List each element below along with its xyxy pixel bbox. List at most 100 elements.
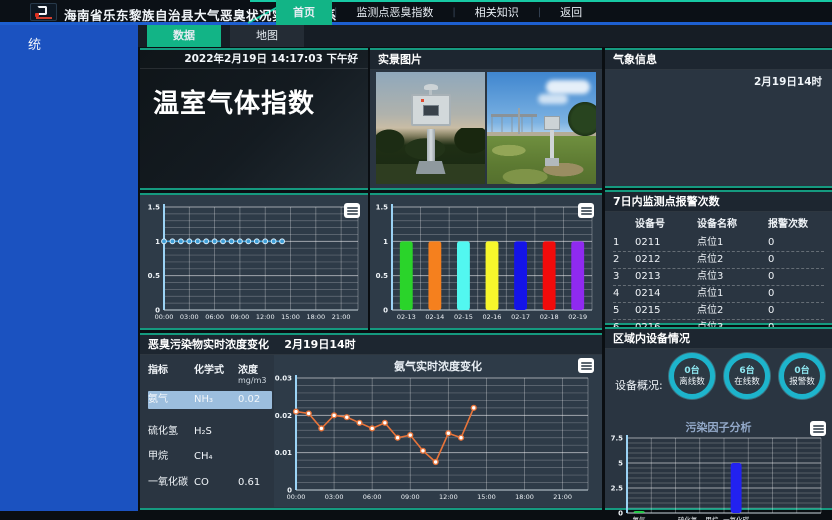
svg-text:1: 1 bbox=[155, 238, 160, 246]
chart-menu-icon[interactable] bbox=[810, 421, 826, 436]
scene-photos-panel: 实景图片 bbox=[370, 48, 602, 190]
logo-subtext bbox=[36, 17, 52, 19]
svg-text:0.02: 0.02 bbox=[275, 412, 292, 420]
svg-text:18:00: 18:00 bbox=[306, 313, 325, 321]
app-title-wrapped: 统 bbox=[0, 25, 138, 53]
device-overview: 设备概况: 0台离线数6台在线数0台报警数 bbox=[605, 349, 832, 419]
nav-separator: | bbox=[450, 7, 457, 18]
nav-item-2[interactable]: 相关知识 bbox=[458, 0, 536, 25]
svg-text:15:00: 15:00 bbox=[477, 493, 496, 501]
pollution-factor-bar-chart: 0 2.5 5 7.5 氨气 硫化氢 甲烷一氧化碳 bbox=[605, 433, 827, 520]
chart-menu-icon[interactable] bbox=[344, 203, 360, 218]
sidebar: 统 bbox=[0, 25, 138, 511]
svg-text:氨气: 氨气 bbox=[633, 515, 647, 520]
alarm-table-row: 40214点位10 bbox=[613, 286, 824, 303]
odor-unit-row: mg/m3 bbox=[148, 376, 272, 385]
svg-text:1.5: 1.5 bbox=[376, 204, 389, 212]
daily-index-bar-chart: 00.511.502-1302-1402-1502-1602-1702-1802… bbox=[370, 195, 598, 326]
svg-text:18:00: 18:00 bbox=[515, 493, 534, 501]
svg-text:0.03: 0.03 bbox=[275, 375, 292, 383]
svg-text:06:00: 06:00 bbox=[205, 313, 224, 321]
alarm-table-row: 20212点位20 bbox=[613, 252, 824, 269]
device-stat-circle-0: 0台离线数 bbox=[669, 353, 715, 399]
svg-text:0: 0 bbox=[383, 307, 388, 315]
chart-menu-icon[interactable] bbox=[578, 203, 594, 218]
svg-text:15:00: 15:00 bbox=[281, 313, 300, 321]
odor-row-0[interactable]: 氨气NH₃0.02 bbox=[148, 391, 272, 409]
device-stat-circle-2: 0台报警数 bbox=[779, 353, 825, 399]
chart-menu-icon[interactable] bbox=[578, 358, 594, 373]
svg-text:21:00: 21:00 bbox=[332, 313, 351, 321]
greenhouse-index-panel: 2022年2月19日 14:17:03 下午好 温室气体指数 bbox=[140, 48, 368, 190]
svg-text:0.01: 0.01 bbox=[275, 449, 292, 457]
odor-panel-header: 恶臭污染物实时浓度变化 2月19日14时 bbox=[140, 335, 602, 355]
odor-row-2[interactable]: 甲烷CH₄ bbox=[148, 448, 272, 466]
odor-panel-time: 2月19日14时 bbox=[284, 338, 355, 351]
svg-text:03:00: 03:00 bbox=[180, 313, 199, 321]
greenhouse-index-title: 温室气体指数 bbox=[153, 83, 368, 120]
alarm-table-row: 30213点位30 bbox=[613, 269, 824, 286]
svg-text:09:00: 09:00 bbox=[231, 313, 250, 321]
pollution-factor-area: 污染因子分析 02.557.5氨气硫化氢甲烷一氧化碳 bbox=[605, 419, 832, 520]
nav-separator: | bbox=[536, 7, 543, 18]
svg-text:03:00: 03:00 bbox=[325, 493, 344, 501]
tabbar: 数据地图 bbox=[138, 25, 832, 47]
svg-text:7.5: 7.5 bbox=[611, 435, 624, 443]
svg-text:00:00: 00:00 bbox=[155, 313, 174, 321]
scene-photos-header: 实景图片 bbox=[370, 50, 602, 70]
nav-item-1[interactable]: 监测点恶臭指数 bbox=[339, 0, 450, 25]
svg-text:02-18: 02-18 bbox=[540, 313, 559, 321]
svg-text:12:00: 12:00 bbox=[256, 313, 275, 321]
nh3-realtime-line-chart: 00.010.020.0300:0003:0006:0009:0012:0015… bbox=[274, 372, 600, 506]
odor-panel-title: 恶臭污染物实时浓度变化 bbox=[148, 338, 269, 351]
greenhouse-line-chart-panel: 00.511.500:0003:0006:0009:0012:0015:0018… bbox=[140, 193, 368, 330]
svg-text:02-19: 02-19 bbox=[568, 313, 587, 321]
svg-text:0: 0 bbox=[618, 510, 623, 518]
nav-item-0[interactable]: 首页 bbox=[276, 0, 332, 25]
svg-text:09:00: 09:00 bbox=[401, 493, 420, 501]
device-stat-circle-1: 6台在线数 bbox=[724, 353, 770, 399]
svg-text:21:00: 21:00 bbox=[553, 493, 572, 501]
weather-info-header: 气象信息 bbox=[605, 50, 832, 70]
monitoring-station-dusk-photo bbox=[376, 72, 485, 184]
svg-text:1.5: 1.5 bbox=[148, 204, 161, 212]
svg-text:02-15: 02-15 bbox=[454, 313, 473, 321]
nav-item-3[interactable]: 返回 bbox=[543, 0, 599, 25]
svg-text:一氧化碳: 一氧化碳 bbox=[723, 515, 750, 520]
datetime-text: 2022年2月19日 14:17:03 下午好 bbox=[140, 50, 368, 69]
alarm-count-header: 7日内监测点报警次数 bbox=[605, 192, 832, 212]
weather-time: 2月19日14时 bbox=[605, 70, 832, 89]
tab-1[interactable]: 地图 bbox=[230, 25, 304, 47]
alarm-table-row: 50215点位20 bbox=[613, 303, 824, 320]
concentration-unit: mg/m3 bbox=[238, 376, 274, 385]
tab-0[interactable]: 数据 bbox=[147, 25, 221, 47]
app-logo[interactable] bbox=[30, 3, 57, 21]
device-overview-label: 设备概况: bbox=[615, 377, 663, 393]
nav: 首页|监测点恶臭指数|相关知识|返回 bbox=[276, 0, 599, 25]
odor-row-1[interactable]: 硫化氢H₂S bbox=[148, 423, 272, 441]
svg-text:2.5: 2.5 bbox=[611, 485, 624, 493]
alarm-table-header: 设备号设备名称报警次数 bbox=[613, 217, 824, 235]
svg-text:甲烷: 甲烷 bbox=[705, 515, 719, 520]
svg-text:12:00: 12:00 bbox=[439, 493, 458, 501]
svg-text:0.5: 0.5 bbox=[376, 272, 389, 280]
svg-text:5: 5 bbox=[618, 460, 623, 468]
alarm-table-row: 10211点位10 bbox=[613, 235, 824, 252]
svg-text:06:00: 06:00 bbox=[363, 493, 382, 501]
svg-text:02-16: 02-16 bbox=[483, 313, 502, 321]
odor-row-3[interactable]: 一氧化碳CO0.61 bbox=[148, 474, 272, 492]
svg-text:1: 1 bbox=[383, 238, 388, 246]
greenhouse-index-chart: 00.511.500:0003:0006:0009:0012:0015:0018… bbox=[140, 195, 364, 326]
svg-text:硫化氢: 硫化氢 bbox=[678, 515, 698, 520]
nh3-chart-area: 氨气实时浓度变化 00.010.020.0300:0003:0006:0009:… bbox=[274, 355, 602, 507]
svg-text:00:00: 00:00 bbox=[287, 493, 306, 501]
svg-text:02-14: 02-14 bbox=[425, 313, 444, 321]
odor-concentration-panel: 恶臭污染物实时浓度变化 2月19日14时 指标 化学式 浓度 mg/m3 氨气N… bbox=[140, 333, 602, 510]
alarm-count-panel: 7日内监测点报警次数 设备号设备名称报警次数10211点位1020212点位20… bbox=[605, 190, 832, 325]
daily-bar-chart-panel: 00.511.502-1302-1402-1502-1602-1702-1802… bbox=[370, 193, 602, 330]
svg-text:02-13: 02-13 bbox=[397, 313, 416, 321]
odor-table-columns: 指标 化学式 浓度 bbox=[148, 361, 272, 376]
device-status-panel: 区域内设备情况 设备概况: 0台离线数6台在线数0台报警数 污染因子分析 02.… bbox=[605, 327, 832, 510]
odor-table: 指标 化学式 浓度 mg/m3 氨气NH₃0.02 硫化氢H₂S 甲烷CH₄ 一氧化碳… bbox=[140, 355, 274, 507]
weather-info-panel: 气象信息 2月19日14时 bbox=[605, 48, 832, 188]
